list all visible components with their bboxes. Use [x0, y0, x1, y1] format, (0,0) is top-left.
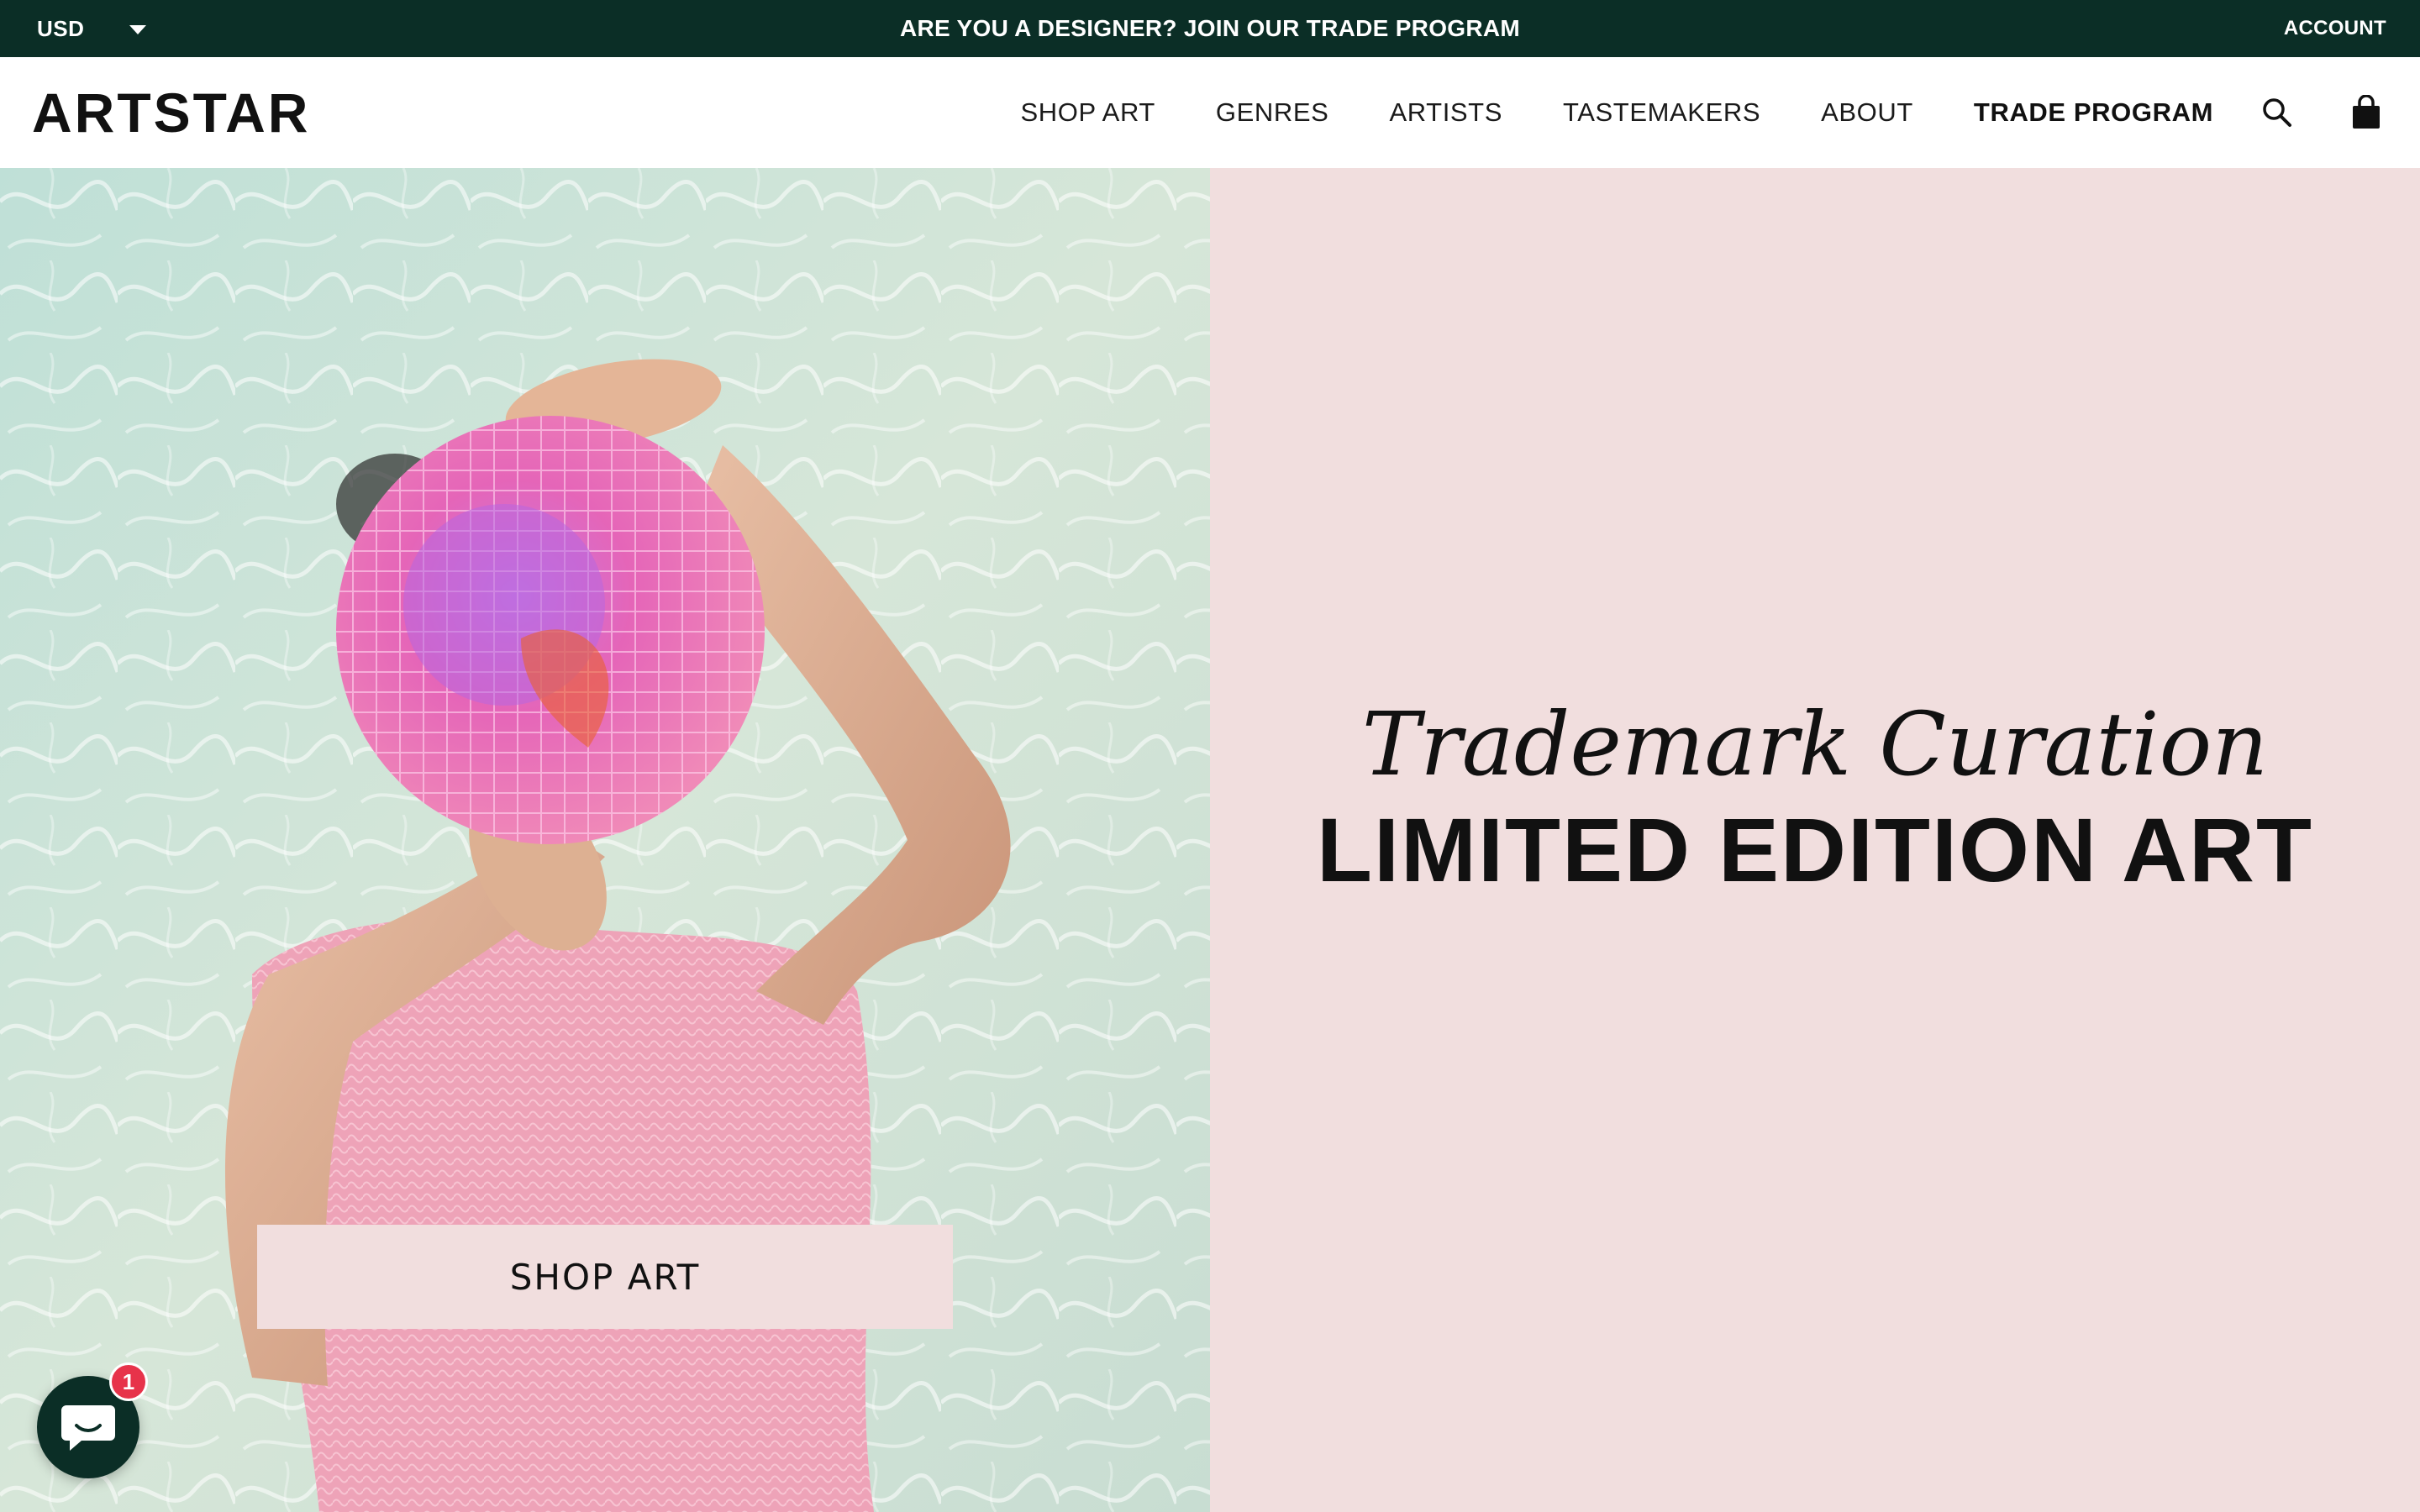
site-header: ARTSTAR SHOP ART GENRES ARTISTS TASTEMAK…	[0, 57, 2420, 168]
search-icon	[2263, 98, 2291, 127]
hero-text-panel: Trademark Curation LIMITED EDITION ART	[1210, 168, 2420, 1512]
nav-item-artists[interactable]: ARTISTS	[1389, 97, 1502, 128]
nav-item-trade-program[interactable]: TRADE PROGRAM	[1974, 97, 2213, 128]
shop-art-button[interactable]: SHOP ART	[257, 1225, 953, 1329]
account-link[interactable]: ACCOUNT	[2284, 0, 2386, 57]
promo-banner: ARE YOU A DESIGNER? JOIN OUR TRADE PROGR…	[0, 0, 2420, 57]
nav-item-tastemakers[interactable]: TASTEMAKERS	[1563, 97, 1760, 128]
search-button[interactable]	[2257, 92, 2297, 133]
chevron-down-icon	[129, 24, 147, 34]
currency-selector[interactable]: USD	[37, 0, 147, 57]
cart-icon	[2353, 95, 2380, 129]
nav-item-genres[interactable]: GENRES	[1216, 97, 1329, 128]
hero-tagline: Trademark Curation	[1361, 693, 2269, 795]
hero-headline: LIMITED EDITION ART	[1317, 799, 2313, 900]
currency-label: USD	[37, 15, 85, 41]
announcement-bar: USD ARE YOU A DESIGNER? JOIN OUR TRADE P…	[0, 0, 2420, 57]
main-nav: SHOP ART GENRES ARTISTS TASTEMAKERS ABOU…	[1020, 57, 2213, 168]
chat-notification-badge: 1	[109, 1362, 148, 1401]
chat-bubble-icon	[61, 1405, 115, 1451]
site-logo[interactable]: ARTSTAR	[32, 82, 310, 143]
nav-item-shop-art[interactable]: SHOP ART	[1020, 97, 1155, 128]
trade-program-promo-link[interactable]: ARE YOU A DESIGNER? JOIN OUR TRADE PROGR…	[900, 15, 1520, 42]
cart-button[interactable]	[2346, 92, 2386, 133]
nav-item-about[interactable]: ABOUT	[1821, 97, 1913, 128]
